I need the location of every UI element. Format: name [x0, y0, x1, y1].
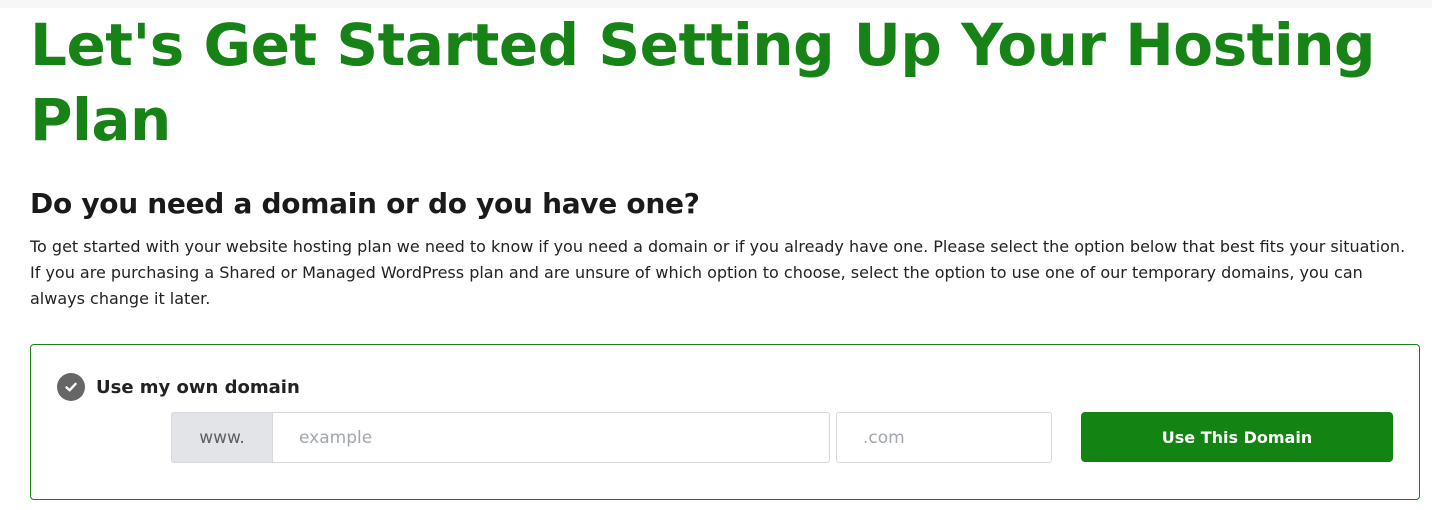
domain-name-input[interactable]	[272, 412, 830, 463]
own-domain-option-card[interactable]: Use my own domain www. Use This Domain	[30, 344, 1420, 500]
top-strip	[0, 0, 1432, 8]
check-circle-icon[interactable]	[57, 373, 85, 401]
www-prefix: www.	[171, 412, 272, 463]
domain-instructions: To get started with your website hosting…	[30, 237, 1406, 308]
page-title: Let's Get Started Setting Up Your Hostin…	[30, 11, 1376, 154]
hosting-setup-page: Let's Get Started Setting Up Your Hostin…	[0, 0, 1432, 510]
own-domain-option-label[interactable]: Use my own domain	[96, 377, 300, 398]
use-this-domain-button[interactable]: Use This Domain	[1081, 412, 1393, 462]
domain-extension-input[interactable]	[836, 412, 1052, 463]
own-domain-option[interactable]: Use my own domain	[57, 373, 300, 401]
domain-question-heading: Do you need a domain or do you have one?	[30, 187, 700, 220]
